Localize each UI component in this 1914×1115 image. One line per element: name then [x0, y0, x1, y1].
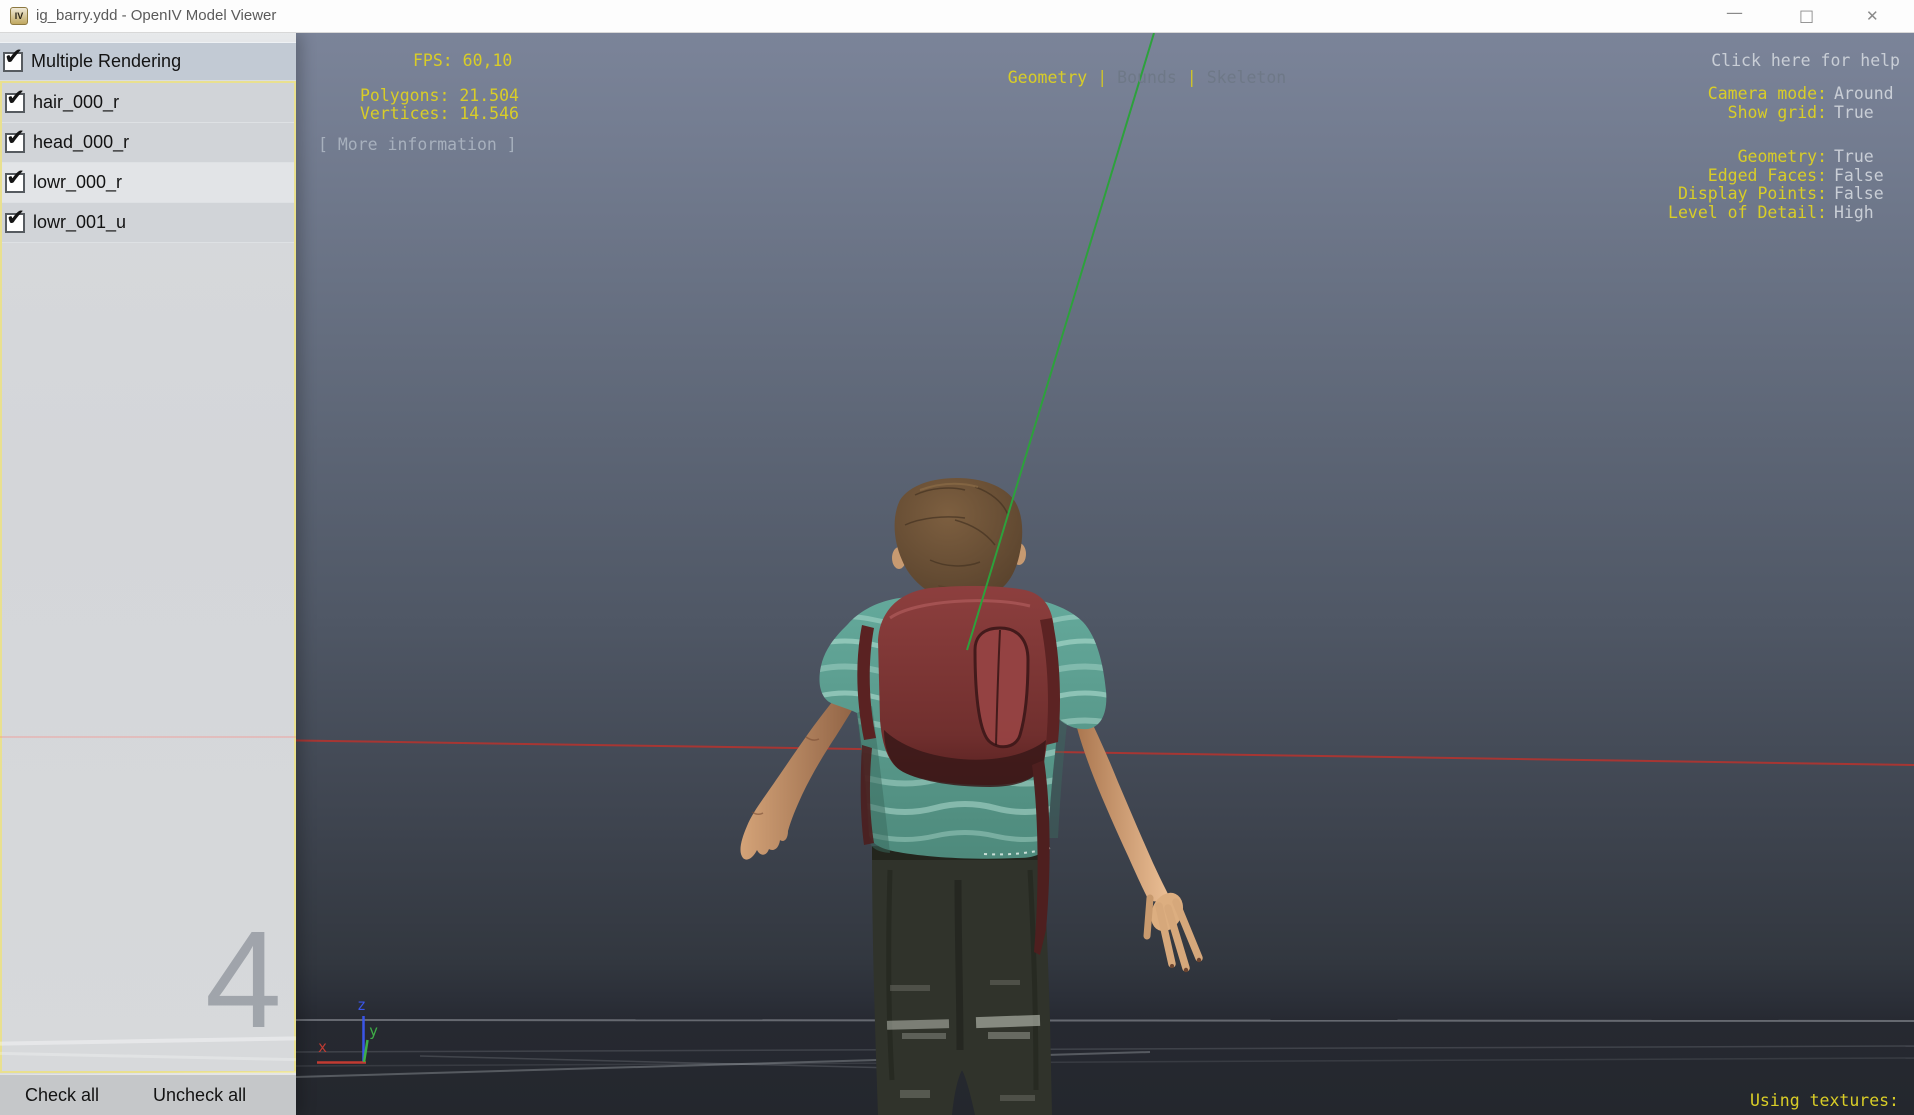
- window-title: ig_barry.ydd - OpenIV Model Viewer: [36, 7, 277, 24]
- list-item-label: head_000_r: [33, 132, 130, 152]
- checkbox-checked-icon[interactable]: ✔: [5, 165, 27, 194]
- show-grid-label: Show grid:: [1727, 102, 1827, 122]
- list-item-hair[interactable]: ✔ hair_000_r: [2, 83, 294, 123]
- tab-geometry[interactable]: Geometry: [1008, 68, 1087, 87]
- panel-button-bar: Check all Uncheck all: [0, 1075, 296, 1115]
- axis-x-label: x: [318, 1038, 328, 1056]
- more-information-link[interactable]: [ More information ]: [318, 135, 517, 154]
- display-points-value: False: [1834, 184, 1884, 203]
- multiple-rendering-toggle[interactable]: ✔ Multiple Rendering: [0, 42, 296, 80]
- tab-separator: |: [1097, 68, 1108, 87]
- edged-faces-label: Edged Faces:: [1707, 165, 1827, 185]
- backpack-front-panel: [973, 626, 1030, 749]
- textures-panel: Using textures: ig_barry.ytd [-] [+] Add…: [1740, 1033, 1899, 1115]
- checkbox-checked-icon[interactable]: ✔: [3, 44, 25, 73]
- left-arm: [740, 686, 857, 860]
- list-item-label: lowr_001_u: [33, 212, 127, 232]
- minimize-button[interactable]: —: [1726, 3, 1743, 23]
- camera-mode-value: Around: [1834, 84, 1894, 103]
- multiple-rendering-label: Multiple Rendering: [31, 51, 182, 71]
- openiv-model-viewer-window: FPS: 60,10 Polygons: 21.504 Vertices: 14…: [0, 0, 1914, 1115]
- axis-y-label: y: [369, 1022, 379, 1040]
- level-of-detail-label: Level of Detail:: [1668, 202, 1827, 222]
- checkbox-checked-icon[interactable]: ✔: [5, 125, 27, 154]
- list-item-lowr-000[interactable]: ✔ lowr_000_r: [2, 163, 294, 203]
- list-item-label: hair_000_r: [33, 92, 120, 112]
- edged-faces-value: False: [1834, 165, 1884, 185]
- tab-skeleton[interactable]: Skeleton: [1207, 68, 1286, 87]
- camera-settings: Camera mode: Around Show grid: True: [1707, 84, 1898, 122]
- title-bar: IV ig_barry.ydd - OpenIV Model Viewer — …: [0, 0, 1914, 33]
- geometry-value: True: [1834, 147, 1874, 166]
- polygon-count: Polygons: 21.504: [360, 86, 519, 105]
- render-settings: Geometry: True Edged Faces: False Display …: [1668, 147, 1898, 222]
- list-item-lowr-001[interactable]: ✔ lowr_001_u: [2, 203, 294, 243]
- red-line-through-panel: [0, 736, 296, 738]
- uncheck-all-button[interactable]: Uncheck all: [153, 1085, 246, 1106]
- list-item-label: lowr_000_r: [33, 172, 123, 192]
- list-item-head[interactable]: ✔ head_000_r: [2, 123, 294, 163]
- watermark-number: 4: [205, 903, 282, 1057]
- camera-mode-label: Camera mode:: [1707, 84, 1827, 103]
- display-points-label: Display Points:: [1677, 184, 1827, 203]
- ground-grid-streaks: [295, 1019, 1914, 1078]
- hair: [894, 478, 1023, 601]
- model-parts-panel: ✔ Multiple Rendering ✔ hair_000_r ✔ head…: [0, 33, 297, 1115]
- openiv-app-icon: IV: [10, 7, 28, 25]
- help-link[interactable]: Click here for help: [1711, 51, 1900, 70]
- tab-bounds[interactable]: Bounds: [1117, 68, 1177, 87]
- tab-separator: |: [1186, 68, 1197, 87]
- view-mode-tabs: Geometry | Bounds | Skeleton: [968, 49, 1286, 106]
- axis-z-label: z: [357, 996, 367, 1014]
- checkbox-checked-icon[interactable]: ✔: [5, 85, 27, 114]
- level-of-detail-value: High: [1834, 202, 1874, 222]
- vertex-count: Vertices: 14.546: [360, 104, 519, 123]
- check-all-button[interactable]: Check all: [25, 1085, 99, 1106]
- fps-counter: FPS: 60,10: [413, 51, 513, 70]
- close-button[interactable]: ✕: [1866, 7, 1879, 25]
- geometry-label: Geometry:: [1737, 147, 1827, 166]
- right-arm: [1076, 710, 1170, 902]
- using-textures-heading: Using textures:: [1749, 1091, 1899, 1110]
- checkbox-checked-icon[interactable]: ✔: [5, 205, 27, 234]
- green-axis-guide-line: [966, 32, 1155, 651]
- show-grid-value: True: [1834, 102, 1874, 122]
- maximize-button[interactable]: □: [1799, 6, 1814, 25]
